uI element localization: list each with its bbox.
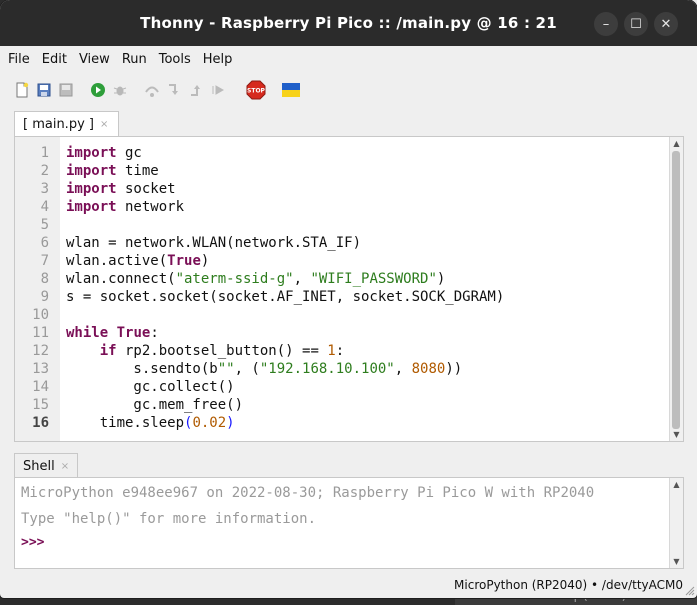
code-line: while True: bbox=[66, 325, 159, 341]
tab-label: [ main.py ] bbox=[23, 116, 94, 132]
line-number: 14 bbox=[32, 379, 49, 395]
line-number: 12 bbox=[32, 343, 49, 359]
maximize-button[interactable]: ☐ bbox=[624, 12, 648, 36]
code-line: import gc bbox=[66, 145, 142, 161]
thonny-window: Thonny - Raspberry Pi Pico :: /main.py @… bbox=[0, 0, 697, 598]
title-bar[interactable]: Thonny - Raspberry Pi Pico :: /main.py @… bbox=[0, 0, 697, 46]
scroll-up-icon[interactable]: ▲ bbox=[671, 138, 682, 149]
code-line: wlan = network.WLAN(network.STA_IF) bbox=[66, 235, 362, 251]
line-number: 6 bbox=[40, 235, 49, 251]
line-number: 9 bbox=[40, 289, 49, 305]
shell-scroll-up-icon[interactable]: ▲ bbox=[671, 479, 682, 490]
code-line-current: time.sleep(0.02) bbox=[66, 415, 235, 431]
resume-icon[interactable] bbox=[210, 82, 226, 98]
shell-prompt: >>> bbox=[21, 535, 45, 550]
ukraine-flag-icon[interactable] bbox=[282, 82, 300, 98]
step-over-icon[interactable] bbox=[144, 82, 160, 98]
code-line: s = socket.socket(socket.AF_INET, socket… bbox=[66, 289, 505, 305]
code-line: import socket bbox=[66, 181, 176, 197]
line-number: 5 bbox=[40, 217, 49, 233]
line-number: 7 bbox=[40, 253, 49, 269]
line-number: 1 bbox=[40, 145, 49, 161]
scroll-thumb[interactable] bbox=[672, 151, 680, 429]
shell-scrollbar[interactable]: ▲ ▼ bbox=[669, 478, 683, 568]
code-line: gc.collect() bbox=[66, 379, 235, 395]
shell-tab-label: Shell bbox=[23, 458, 55, 474]
code-line: wlan.active(True) bbox=[66, 253, 210, 269]
minimize-button[interactable]: – bbox=[594, 12, 618, 36]
scroll-down-icon[interactable]: ▼ bbox=[671, 429, 682, 440]
menu-tools[interactable]: Tools bbox=[159, 52, 191, 67]
editor-scrollbar[interactable]: ▲ ▼ bbox=[669, 137, 683, 441]
menu-run[interactable]: Run bbox=[122, 52, 147, 67]
step-out-icon[interactable] bbox=[188, 82, 204, 98]
run-icon[interactable] bbox=[90, 82, 106, 98]
new-file-icon[interactable] bbox=[14, 82, 30, 98]
stop-icon-label: STOP bbox=[247, 88, 266, 95]
menu-edit[interactable]: Edit bbox=[42, 52, 67, 67]
save-file-icon[interactable] bbox=[58, 82, 74, 98]
line-number: 2 bbox=[40, 163, 49, 179]
code-line: gc.mem_free() bbox=[66, 397, 244, 413]
shell-scroll-down-icon[interactable]: ▼ bbox=[671, 556, 682, 567]
menu-help[interactable]: Help bbox=[203, 52, 233, 67]
open-file-icon[interactable] bbox=[36, 82, 52, 98]
status-bar: MicroPython (RP2040) • /dev/ttyACM0 bbox=[0, 574, 697, 598]
shell-console[interactable]: MicroPython e948ee967 on 2022-08-30; Ras… bbox=[14, 477, 684, 569]
close-shell-tab-icon[interactable]: × bbox=[61, 461, 69, 472]
code-line: s.sendto(b"", ("192.168.10.100", 8080)) bbox=[66, 361, 463, 377]
code-line: import time bbox=[66, 163, 159, 179]
line-number: 15 bbox=[32, 397, 49, 413]
tab-main-py[interactable]: [ main.py ] × bbox=[14, 111, 120, 136]
code-line: wlan.connect("aterm-ssid-g", "WIFI_PASSW… bbox=[66, 271, 446, 287]
debug-icon[interactable] bbox=[112, 82, 128, 98]
window-title: Thonny - Raspberry Pi Pico :: /main.py @… bbox=[140, 14, 557, 32]
close-tab-icon[interactable]: × bbox=[100, 119, 108, 130]
code-editor[interactable]: 1 2 3 4 5 6 7 8 9 10 11 12 13 14 15 16 i… bbox=[14, 136, 684, 442]
code-line: if rp2.bootsel_button() == 1: bbox=[99, 343, 345, 359]
toolbar: STOP bbox=[0, 72, 697, 108]
close-window-button[interactable]: ✕ bbox=[654, 12, 678, 36]
step-into-icon[interactable] bbox=[166, 82, 182, 98]
line-number-current: 16 bbox=[32, 415, 49, 431]
resize-grip-icon[interactable] bbox=[685, 586, 695, 596]
interpreter-status[interactable]: MicroPython (RP2040) • /dev/ttyACM0 bbox=[454, 578, 683, 592]
line-number: 8 bbox=[40, 271, 49, 287]
line-number: 3 bbox=[40, 181, 49, 197]
shell-help-text: Type "help()" for more information. bbox=[21, 511, 317, 527]
code-line: import network bbox=[66, 199, 185, 215]
shell-banner: MicroPython e948ee967 on 2022-08-30; Ras… bbox=[21, 485, 595, 501]
line-number: 13 bbox=[32, 361, 49, 377]
menu-bar: File Edit View Run Tools Help bbox=[0, 46, 697, 72]
line-number: 4 bbox=[40, 199, 49, 215]
line-number: 11 bbox=[32, 325, 49, 341]
menu-view[interactable]: View bbox=[79, 52, 110, 67]
stop-icon[interactable]: STOP bbox=[246, 80, 266, 100]
line-number-gutter: 1 2 3 4 5 6 7 8 9 10 11 12 13 14 15 16 bbox=[15, 137, 60, 441]
menu-file[interactable]: File bbox=[8, 52, 30, 67]
editor-tab-strip: [ main.py ] × bbox=[0, 108, 697, 136]
tab-shell[interactable]: Shell × bbox=[14, 453, 79, 478]
line-number: 10 bbox=[32, 307, 49, 323]
